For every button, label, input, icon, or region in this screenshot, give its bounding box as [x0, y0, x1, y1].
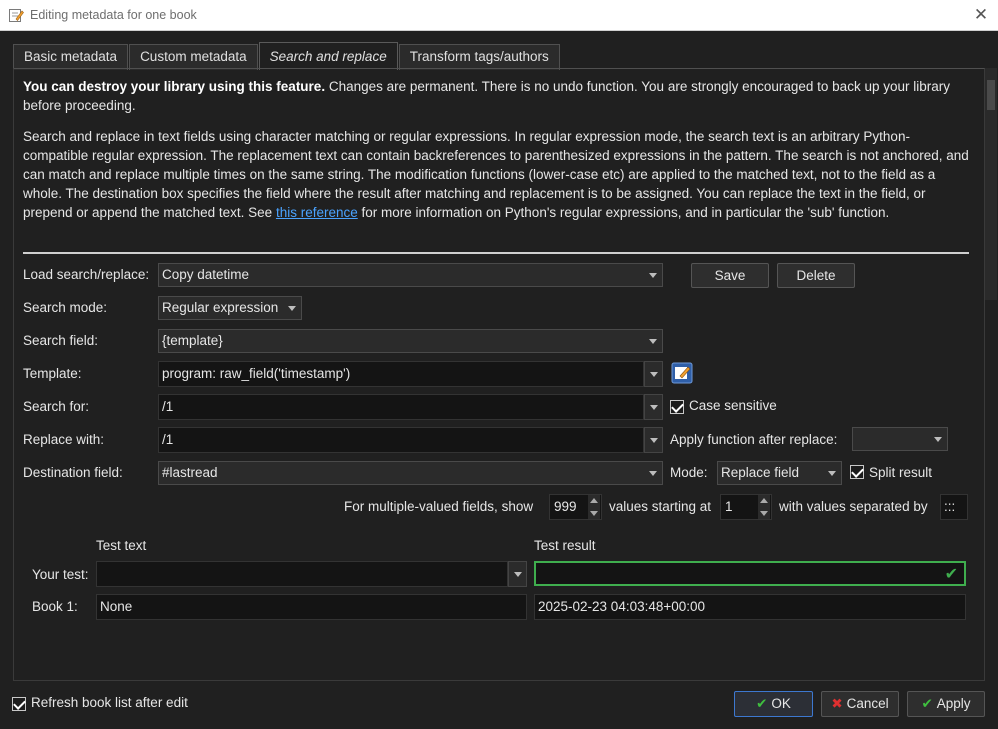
test-text-header: Test text	[96, 538, 147, 553]
search-mode-combo[interactable]: Regular expression	[158, 296, 302, 320]
book1-text-field[interactable]: None	[96, 594, 527, 620]
tab-basic-metadata[interactable]: Basic metadata	[13, 44, 129, 70]
destination-field-label: Destination field:	[23, 465, 123, 480]
separator-input[interactable]: :::	[940, 494, 968, 520]
starting-at-value: 1	[725, 499, 733, 514]
chevron-down-icon	[650, 405, 658, 410]
tab-custom-metadata[interactable]: Custom metadata	[129, 44, 258, 70]
refresh-book-list-label: Refresh book list after edit	[31, 695, 188, 710]
chevron-down-icon	[649, 339, 657, 344]
tab-search-and-replace[interactable]: Search and replace	[258, 42, 398, 70]
ok-button[interactable]: ✔ OK	[734, 691, 813, 717]
book1-result-field[interactable]: 2025-02-23 04:03:48+00:00	[534, 594, 966, 620]
chevron-down-icon	[288, 306, 296, 311]
chevron-down-icon	[649, 273, 657, 278]
delete-button[interactable]: Delete	[777, 263, 855, 288]
tab-transform-tags-authors[interactable]: Transform tags/authors	[398, 44, 560, 70]
starting-at-label: values starting at	[609, 499, 712, 514]
chevron-down-icon	[934, 437, 942, 442]
your-test-dropdown-button[interactable]	[508, 561, 527, 587]
title-bar: Editing metadata for one book ✕	[0, 0, 998, 31]
panel-scrollbar[interactable]	[985, 68, 997, 300]
book1-label: Book 1:	[32, 599, 78, 614]
chevron-down-icon	[649, 471, 657, 476]
checkmark-icon: ✔	[921, 696, 933, 711]
starting-at-spinner[interactable]: 1	[720, 494, 772, 520]
load-search-replace-combo[interactable]: Copy datetime	[158, 263, 663, 287]
search-for-dropdown-button[interactable]	[644, 394, 663, 420]
template-dropdown-button[interactable]	[644, 361, 663, 387]
search-mode-label: Search mode:	[23, 300, 108, 315]
checkmark-icon: ✔	[756, 696, 768, 711]
template-label: Template:	[23, 366, 82, 381]
chevron-down-icon	[514, 572, 522, 577]
reference-link[interactable]: this reference	[276, 205, 358, 220]
destination-mode-value: Replace field	[721, 465, 800, 480]
search-mode-value: Regular expression	[162, 300, 279, 315]
split-result-label: Split result	[869, 465, 933, 480]
search-for-label: Search for:	[23, 399, 90, 414]
case-sensitive-checkbox[interactable]	[670, 400, 684, 414]
tab-bar: Basic metadata Custom metadata Search an…	[13, 42, 561, 70]
description-text: Search and replace in text fields using …	[23, 127, 973, 222]
cancel-button[interactable]: ✖ Cancel	[821, 691, 899, 717]
apply-button[interactable]: ✔ Apply	[907, 691, 985, 717]
warning-bold: You can destroy your library using this …	[23, 79, 326, 94]
template-editor-icon[interactable]	[671, 362, 693, 384]
apply-function-combo[interactable]	[852, 427, 948, 451]
search-field-value: {template}	[162, 333, 223, 348]
search-field-combo[interactable]: {template}	[158, 329, 663, 353]
your-test-input[interactable]	[96, 561, 508, 587]
spin-up-icon[interactable]	[758, 495, 770, 507]
load-search-replace-value: Copy datetime	[162, 267, 250, 282]
checkmark-icon: ✔	[944, 566, 958, 583]
load-search-replace-label: Load search/replace:	[23, 267, 150, 282]
refresh-book-list-checkbox[interactable]	[12, 697, 26, 711]
apply-function-label: Apply function after replace:	[670, 432, 838, 447]
destination-mode-combo[interactable]: Replace field	[717, 461, 842, 485]
spin-down-icon[interactable]	[758, 507, 770, 519]
ok-label: OK	[771, 696, 791, 711]
save-button[interactable]: Save	[691, 263, 769, 288]
case-sensitive-label: Case sensitive	[689, 398, 777, 413]
separated-by-label: with values separated by	[779, 499, 928, 514]
replace-with-label: Replace with:	[23, 432, 105, 447]
spin-down-icon[interactable]	[588, 507, 600, 519]
search-field-label: Search field:	[23, 333, 99, 348]
warning-text: You can destroy your library using this …	[23, 77, 973, 115]
separator-line	[23, 252, 969, 254]
test-result-header: Test result	[534, 538, 596, 553]
destination-mode-label: Mode:	[670, 465, 708, 480]
your-test-label: Your test:	[32, 567, 89, 582]
cancel-icon: ✖	[831, 696, 843, 711]
window-title: Editing metadata for one book	[30, 8, 197, 22]
multi-count-spinner[interactable]: 999	[549, 494, 602, 520]
description-part2: for more information on Python's regular…	[357, 205, 890, 220]
edit-metadata-icon	[9, 9, 24, 22]
chevron-down-icon	[650, 372, 658, 377]
replace-with-dropdown-button[interactable]	[644, 427, 663, 453]
chevron-down-icon	[650, 438, 658, 443]
split-result-checkbox[interactable]	[850, 465, 864, 479]
replace-with-input[interactable]: /1	[158, 427, 644, 453]
chevron-down-icon	[828, 471, 836, 476]
destination-field-value: #lastread	[162, 465, 218, 480]
cancel-label: Cancel	[846, 696, 889, 711]
destination-field-combo[interactable]: #lastread	[158, 461, 663, 485]
test-result-field[interactable]: ✔	[534, 561, 966, 586]
template-input[interactable]: program: raw_field('timestamp')	[158, 361, 644, 387]
scrollbar-thumb[interactable]	[987, 80, 995, 110]
close-icon[interactable]: ✕	[970, 4, 992, 26]
apply-label: Apply	[936, 696, 971, 711]
spin-up-icon[interactable]	[588, 495, 600, 507]
multi-valued-label: For multiple-valued fields, show	[344, 499, 534, 514]
multi-count-value: 999	[554, 499, 577, 514]
search-for-input[interactable]: /1	[158, 394, 644, 420]
